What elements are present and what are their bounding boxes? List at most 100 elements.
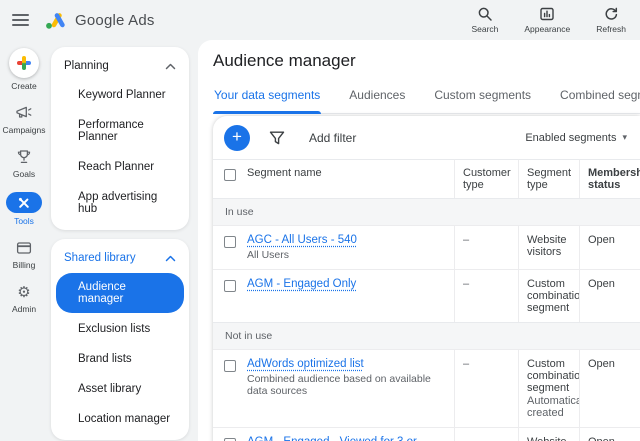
segment-type-cell: Custom combination segment bbox=[518, 269, 586, 322]
topbar: Google Ads Search Appearance Refresh bbox=[0, 0, 640, 40]
segment-name-cell: AGM - Engaged - Viewed for 3 or more min… bbox=[247, 427, 454, 441]
rail-item-billing[interactable]: Billing bbox=[12, 239, 36, 270]
filter-button[interactable] bbox=[269, 131, 285, 145]
sidebar-item-audience-manager[interactable]: Audience manager bbox=[56, 273, 184, 313]
chevron-down-icon: ▾ bbox=[622, 132, 627, 142]
select-all-checkbox[interactable] bbox=[224, 169, 236, 181]
search-button[interactable]: Search bbox=[471, 6, 498, 34]
group-header-not-in-use: Not in use bbox=[213, 322, 640, 349]
segment-type-cell: Custom combination segment Automatically… bbox=[518, 349, 592, 427]
row-checkbox-cell bbox=[213, 349, 247, 427]
segment-type-cell: Website visitors bbox=[518, 225, 579, 269]
tools-selected-pill bbox=[6, 192, 42, 213]
segment-type-cell: Website visitors bbox=[518, 427, 579, 441]
add-segment-button[interactable]: + bbox=[224, 124, 250, 151]
customer-type-cell: – bbox=[454, 349, 518, 427]
tools-wrench-icon bbox=[18, 197, 29, 208]
segment-link[interactable]: AGC - All Users - 540 bbox=[247, 234, 357, 246]
main-content: Audience manager Your data segments Audi… bbox=[198, 40, 640, 441]
billing-card-icon bbox=[16, 242, 32, 254]
section-header-shared-library[interactable]: Shared library bbox=[51, 243, 189, 272]
segment-name-cell: AGM - Engaged Only bbox=[247, 269, 454, 322]
segment-description: All Users bbox=[247, 249, 290, 261]
row-checkbox[interactable] bbox=[224, 360, 236, 372]
appearance-button[interactable]: Appearance bbox=[524, 6, 570, 34]
segment-link[interactable]: AGM - Engaged - Viewed for 3 or more min… bbox=[247, 436, 446, 441]
sidebar-item-performance-planner[interactable]: Performance Planner bbox=[51, 110, 189, 152]
google-ads-logo-icon bbox=[46, 12, 65, 29]
select-all-cell bbox=[213, 159, 247, 198]
rail-billing-label: Billing bbox=[12, 260, 36, 270]
customer-type-cell: – bbox=[454, 269, 518, 322]
rail-item-admin[interactable]: ⚙ Admin bbox=[12, 283, 36, 315]
row-checkbox-cell bbox=[213, 427, 247, 441]
rail-item-campaigns[interactable]: Campaigns bbox=[3, 104, 46, 135]
search-icon bbox=[478, 7, 492, 21]
segments-table: Segment name Customer type Segment type … bbox=[213, 159, 640, 441]
section-header-planning[interactable]: Planning bbox=[51, 51, 189, 80]
search-label: Search bbox=[471, 24, 499, 34]
page-title: Audience manager bbox=[213, 51, 356, 70]
refresh-button[interactable]: Refresh bbox=[596, 6, 626, 34]
tab-custom-segments[interactable]: Custom segments bbox=[433, 84, 532, 113]
membership-status-cell: Open bbox=[579, 269, 640, 322]
hamburger-menu-icon[interactable] bbox=[12, 13, 29, 27]
customer-type-cell: – bbox=[454, 427, 518, 441]
segment-link[interactable]: AdWords optimized list bbox=[247, 358, 364, 370]
chevron-up-icon bbox=[165, 63, 176, 69]
campaigns-megaphone-icon bbox=[16, 106, 32, 118]
tab-audiences[interactable]: Audiences bbox=[348, 84, 406, 113]
planning-title: Planning bbox=[64, 60, 109, 72]
brand-title: Google Ads bbox=[75, 11, 155, 29]
segments-table-card: + Add filter Enabled segments ▾ Segment … bbox=[213, 116, 640, 441]
table-toolbar: + Add filter Enabled segments ▾ bbox=[213, 116, 640, 159]
row-checkbox[interactable] bbox=[224, 236, 236, 248]
column-header-customer-type[interactable]: Customer type bbox=[454, 159, 518, 198]
sidebar-item-keyword-planner[interactable]: Keyword Planner bbox=[51, 80, 189, 110]
rail-goals-label: Goals bbox=[12, 169, 36, 179]
planning-card: Planning Keyword Planner Performance Pla… bbox=[51, 47, 189, 230]
goals-trophy-icon bbox=[17, 150, 31, 164]
segment-name-cell: AGC - All Users - 540 All Users bbox=[247, 225, 454, 269]
rail-tools-label: Tools bbox=[14, 216, 34, 226]
rail-item-create[interactable]: Create bbox=[9, 48, 39, 91]
sidebar-item-location-manager[interactable]: Location manager bbox=[51, 404, 189, 434]
brand: Google Ads bbox=[45, 11, 155, 30]
column-header-segment-name[interactable]: Segment name bbox=[247, 159, 454, 198]
refresh-label: Refresh bbox=[596, 24, 626, 34]
tab-combined-segments[interactable]: Combined segments bbox=[559, 84, 640, 113]
segments-filter-dropdown[interactable]: Enabled segments ▾ bbox=[525, 132, 630, 144]
sidebar-item-brand-lists[interactable]: Brand lists bbox=[51, 344, 189, 374]
membership-status-cell: Open bbox=[579, 225, 640, 269]
chevron-up-icon bbox=[165, 255, 176, 261]
segment-link[interactable]: AGM - Engaged Only bbox=[247, 278, 356, 290]
rail-item-goals[interactable]: Goals bbox=[13, 148, 35, 179]
column-header-segment-type[interactable]: Segment type bbox=[518, 159, 579, 198]
sidebar-item-app-advertising-hub[interactable]: App advertising hub bbox=[51, 182, 189, 224]
sidebar-item-reach-planner[interactable]: Reach Planner bbox=[51, 152, 189, 182]
segments-filter-value: Enabled segments bbox=[525, 131, 617, 144]
sidebar-item-exclusion-lists[interactable]: Exclusion lists bbox=[51, 314, 189, 344]
tab-your-data-segments[interactable]: Your data segments bbox=[213, 84, 322, 114]
membership-status-cell: Open bbox=[579, 427, 640, 441]
create-plus-icon bbox=[9, 48, 39, 78]
group-header-in-use: In use bbox=[213, 198, 640, 225]
add-filter-label[interactable]: Add filter bbox=[309, 131, 356, 145]
membership-status-cell: Open bbox=[579, 349, 640, 427]
membership-status-label: Membership status bbox=[588, 167, 640, 191]
rail-item-tools[interactable]: Tools bbox=[6, 192, 42, 226]
topbar-actions: Search Appearance Refresh bbox=[471, 6, 626, 34]
google-ads-app: Google Ads Search Appearance Refresh Cre… bbox=[0, 0, 640, 441]
rail-campaigns-label: Campaigns bbox=[2, 125, 46, 135]
column-header-membership-status[interactable]: Membership status ↓ bbox=[579, 159, 640, 198]
rail-create-label: Create bbox=[11, 81, 37, 91]
tab-bar: Your data segments Audiences Custom segm… bbox=[213, 84, 640, 114]
admin-gear-icon: ⚙ bbox=[17, 283, 31, 301]
appearance-label: Appearance bbox=[524, 24, 571, 34]
segment-description: Combined audience based on available dat… bbox=[247, 373, 431, 397]
row-checkbox-cell bbox=[213, 225, 247, 269]
shared-library-card: Shared library Audience manager Exclusio… bbox=[51, 239, 189, 440]
row-checkbox[interactable] bbox=[224, 280, 236, 292]
sidebar-item-asset-library[interactable]: Asset library bbox=[51, 374, 189, 404]
refresh-icon bbox=[605, 7, 618, 20]
